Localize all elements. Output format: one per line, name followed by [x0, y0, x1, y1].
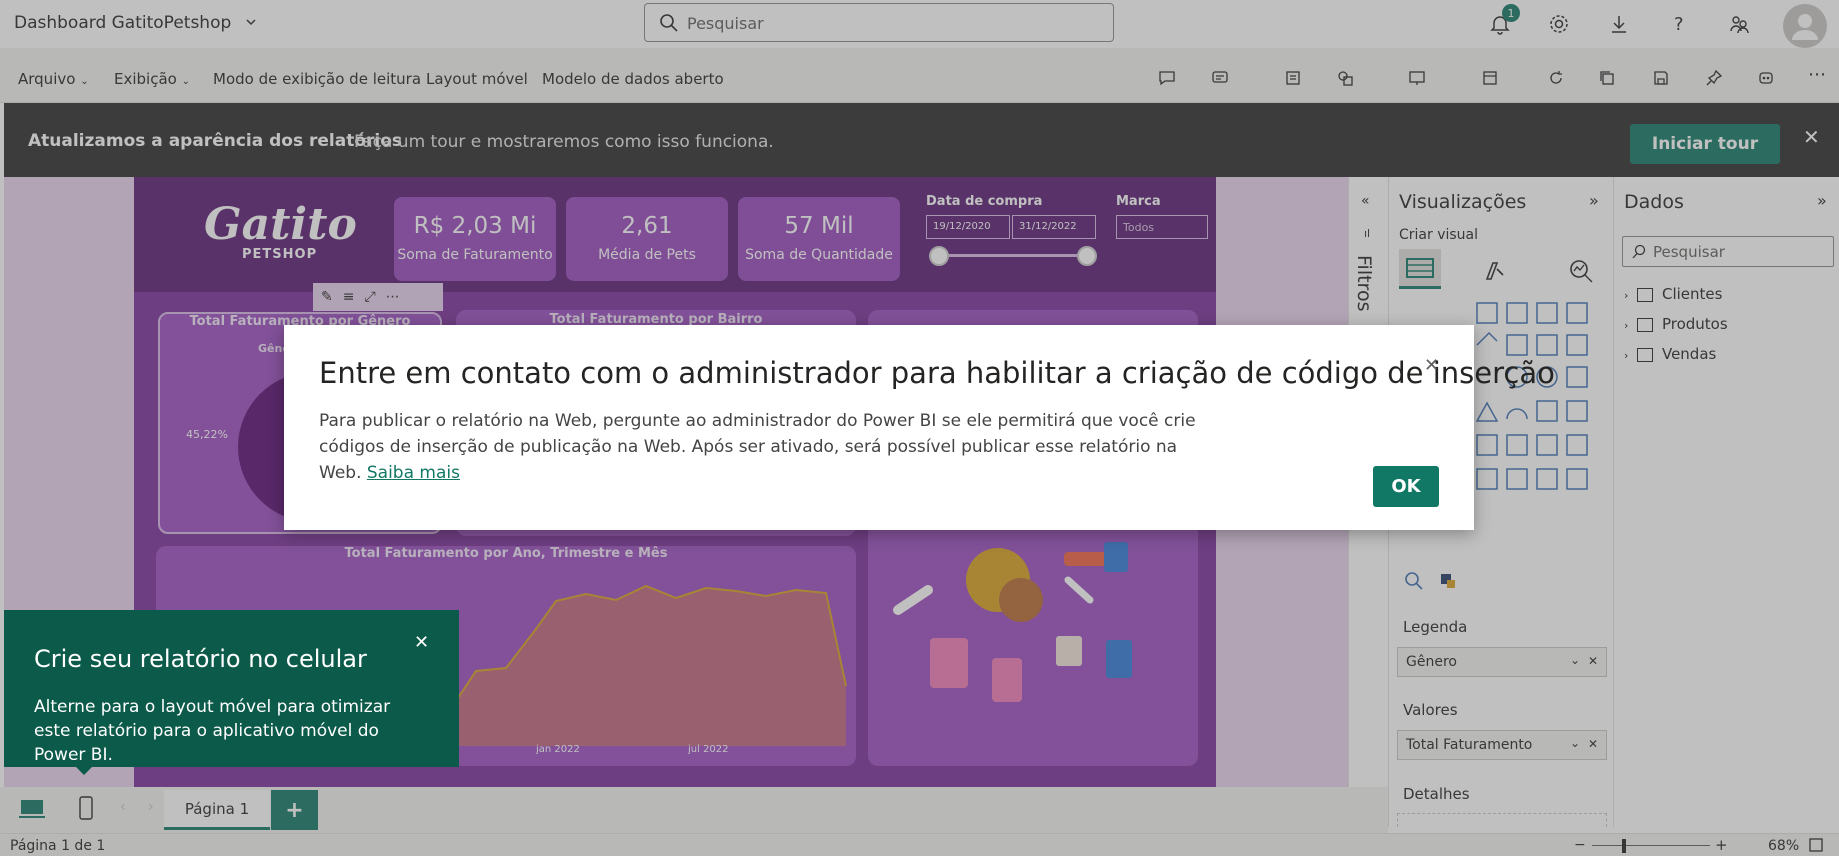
- mobile-layout-tip: Crie seu relatório no celular Alterne pa…: [4, 610, 459, 767]
- tip-pointer: [74, 765, 94, 775]
- tip-text: Alterne para o layout móvel para otimiza…: [34, 697, 391, 765]
- learn-more-link[interactable]: Saiba mais: [367, 463, 460, 483]
- dialog-body: Para publicar o relatório na Web, pergun…: [319, 411, 1196, 483]
- close-tip-icon[interactable]: ✕: [414, 632, 429, 653]
- close-dialog-icon[interactable]: ✕: [1424, 355, 1439, 376]
- ok-button[interactable]: OK: [1373, 466, 1439, 507]
- dialog-title: Entre em contato com o administrador par…: [319, 356, 1555, 390]
- embed-code-dialog: Entre em contato com o administrador par…: [284, 325, 1555, 530]
- tip-title: Crie seu relatório no celular: [34, 645, 367, 673]
